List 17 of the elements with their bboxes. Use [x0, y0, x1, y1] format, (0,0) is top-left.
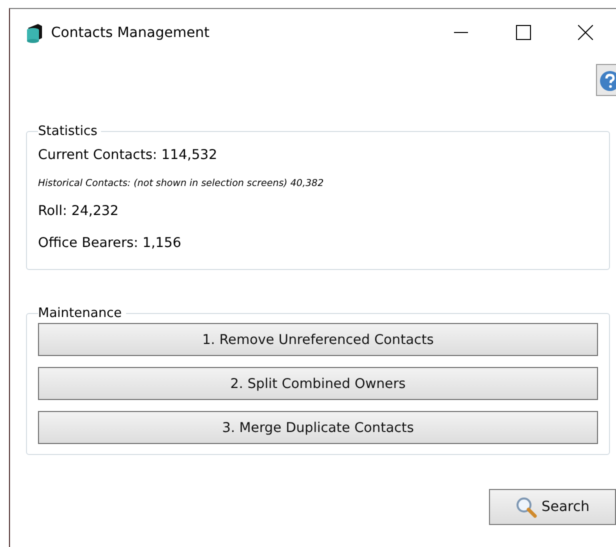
search-button[interactable]: Search — [489, 489, 616, 525]
maintenance-button[interactable]: 1. Remove Unreferenced Contacts — [38, 323, 598, 356]
minimize-icon — [454, 32, 468, 33]
maintenance-button[interactable]: 3. Merge Duplicate Contacts — [38, 411, 598, 444]
statistic-text: Office Bearers: 1,156 — [38, 234, 182, 253]
database-icon — [26, 22, 43, 42]
window-title: Contacts Management — [51, 24, 210, 40]
help-button[interactable] — [596, 64, 616, 96]
note-text: Historical Contacts: (not shown in selection screens) 40,382 — [38, 176, 325, 190]
maximize-icon — [516, 25, 530, 40]
maintenance-button[interactable]: 2. Split Combined Owners — [38, 367, 598, 400]
search-icon — [515, 496, 538, 518]
group-title: Maintenance — [38, 306, 123, 321]
close-icon — [578, 25, 592, 40]
statistic-text: Roll: 24,232 — [38, 202, 120, 221]
statistic-text: Current Contacts: 114,532 — [38, 146, 218, 165]
group-title: Statistics — [38, 124, 98, 139]
